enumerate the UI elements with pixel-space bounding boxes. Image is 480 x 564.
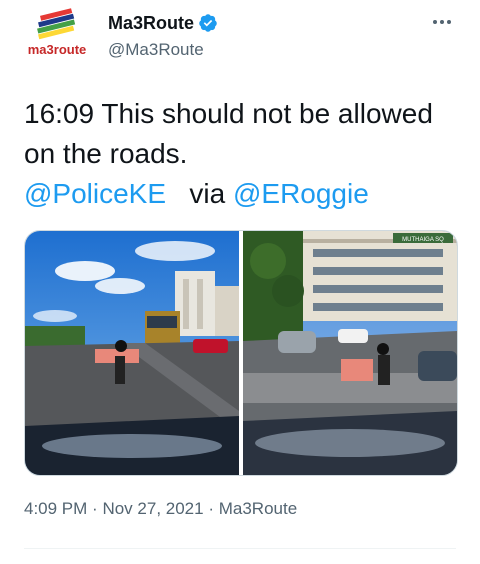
tweet-source: Ma3Route <box>218 499 298 518</box>
tweet-text: 16:09 This should not be allowed on the … <box>24 94 464 214</box>
display-name[interactable]: Ma3Route <box>108 12 194 34</box>
tweet-header: ma3route Ma3Route @Ma3Route <box>24 4 456 76</box>
tweet-body: 16:09 This should not be allowed on the … <box>24 98 433 169</box>
tweet-date[interactable]: Nov 27, 2021 <box>102 499 203 518</box>
tweet-meta: 4:09 PM · Nov 27, 2021 · Ma3Route <box>24 499 297 519</box>
mention-eroggie[interactable]: @ERoggie <box>233 178 369 209</box>
tweet-time[interactable]: 4:09 PM <box>24 499 87 518</box>
handle[interactable]: @Ma3Route <box>108 40 204 60</box>
verified-badge-icon <box>198 13 218 33</box>
svg-text:ma3route: ma3route <box>28 42 87 57</box>
via-text: via <box>189 178 226 209</box>
name-row: Ma3Route <box>108 12 218 34</box>
svg-text:MUTHAIGA SQ: MUTHAIGA SQ <box>402 237 444 243</box>
avatar[interactable]: ma3route <box>24 4 90 70</box>
photo-left[interactable] <box>25 231 239 475</box>
divider <box>24 548 456 549</box>
mention-policeke[interactable]: @PoliceKE <box>24 178 166 209</box>
meta-separator: · <box>208 499 214 518</box>
ma3route-logo-icon: ma3route <box>24 4 90 70</box>
more-options-icon[interactable] <box>428 10 456 34</box>
photo-right[interactable]: MUTHAIGA SQ <box>243 231 457 475</box>
meta-separator: · <box>92 499 98 518</box>
media-grid: MUTHAIGA SQ <box>24 230 458 476</box>
